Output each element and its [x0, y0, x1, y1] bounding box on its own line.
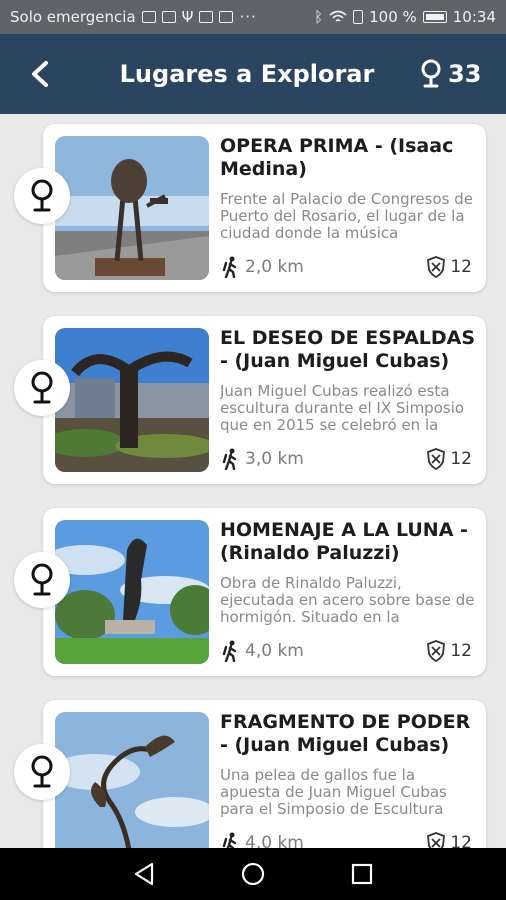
place-description: Obra de Rinaldo Paluzzi, ejecutada en ac…	[220, 575, 475, 626]
triangle-back-icon	[135, 862, 154, 886]
shield-badge-icon	[427, 832, 446, 848]
usb-icon: Ψ	[181, 8, 194, 26]
place-title: OPERA PRIMA - (Isaac Medina)	[220, 135, 454, 180]
distance-value: 4,0 km	[245, 641, 304, 661]
hiker-icon	[222, 640, 237, 662]
place-photo	[55, 520, 209, 664]
map-pin-icon	[421, 59, 441, 88]
status-bar: Solo emergencia Ψ ··· ᛒ 100 % 10:34	[0, 0, 506, 34]
shield-badge-icon	[427, 256, 446, 278]
map-pin-icon	[31, 755, 53, 788]
place-points: 12	[426, 832, 472, 848]
place-distance: 4,0 km	[221, 832, 304, 848]
mail-icon	[199, 11, 214, 23]
place-description: Una pelea de gallos fue la apuesta de Ju…	[220, 767, 447, 818]
places-list[interactable]: OPERA PRIMA - (Isaac Medina) Frente al P…	[0, 114, 506, 848]
place-photo	[55, 712, 209, 848]
bluetooth-icon: ᛒ	[314, 8, 324, 26]
hiker-icon	[222, 832, 237, 848]
map-pin-icon	[31, 371, 53, 404]
circle-home-icon	[241, 862, 265, 886]
place-points: 12	[426, 640, 472, 662]
nav-back-button[interactable]	[124, 854, 164, 894]
place-title: FRAGMENTO DE PODER - (Juan Miguel Cubas)	[220, 711, 471, 756]
points-value: 12	[450, 641, 472, 661]
nav-home-button[interactable]	[233, 854, 273, 894]
place-card[interactable]: FRAGMENTO DE PODER - (Juan Miguel Cubas)…	[43, 700, 486, 848]
distance-value: 4,0 km	[245, 833, 304, 848]
arrow-left-icon	[32, 61, 48, 87]
system-nav-bar	[0, 848, 506, 900]
map-pin-icon	[31, 563, 53, 596]
map-pin-button[interactable]	[14, 168, 70, 224]
more-notifications-icon: ···	[239, 8, 257, 26]
map-pin-icon	[31, 179, 53, 212]
image-notification-icon	[141, 11, 156, 23]
distance-value: 2,0 km	[245, 257, 304, 277]
shield-badge-icon	[427, 448, 446, 470]
square-recents-icon	[351, 863, 372, 885]
places-count: 33	[420, 59, 506, 89]
points-value: 12	[450, 257, 472, 277]
place-title: HOMENAJE A LA LUNA - (Rinaldo Paluzzi)	[220, 519, 468, 564]
place-distance: 2,0 km	[221, 256, 304, 278]
clock: 10:34	[452, 8, 496, 26]
map-pin-button[interactable]	[14, 360, 70, 416]
place-description: Frente al Palacio de Congresos de Puerto…	[220, 191, 473, 242]
place-card[interactable]: OPERA PRIMA - (Isaac Medina) Frente al P…	[43, 124, 486, 292]
nav-recents-button[interactable]	[342, 854, 382, 894]
hiker-icon	[222, 448, 237, 470]
place-distance: 4,0 km	[221, 640, 304, 662]
place-card[interactable]: HOMENAJE A LA LUNA - (Rinaldo Paluzzi) O…	[43, 508, 486, 676]
place-card[interactable]: EL DESEO DE ESPALDAS - (Juan Miguel Cuba…	[43, 316, 486, 484]
map-pin-button[interactable]	[14, 744, 70, 800]
map-pin-button[interactable]	[14, 552, 70, 608]
place-distance: 3,0 km	[221, 448, 304, 470]
hiker-icon	[222, 256, 237, 278]
page-title: Lugares a Explorar	[119, 60, 375, 88]
battery-percent: 100 %	[369, 8, 417, 26]
sim-icon	[353, 10, 364, 24]
battery-icon	[422, 11, 447, 23]
wifi-icon	[329, 10, 347, 22]
place-photo	[55, 136, 209, 280]
app-bar: Lugares a Explorar 33	[0, 34, 506, 114]
app-notification-icon	[161, 11, 176, 23]
points-value: 12	[450, 833, 472, 848]
places-count-value: 33	[448, 60, 482, 88]
place-points: 12	[426, 448, 472, 470]
carrier-text: Solo emergencia	[10, 8, 136, 26]
distance-value: 3,0 km	[245, 449, 304, 469]
place-description: Juan Miguel Cubas realizó esta escultura…	[220, 383, 465, 434]
gmail-icon	[219, 11, 234, 23]
back-button[interactable]	[0, 34, 80, 114]
place-points: 12	[426, 256, 472, 278]
points-value: 12	[450, 449, 472, 469]
place-photo	[55, 328, 209, 472]
place-title: EL DESEO DE ESPALDAS - (Juan Miguel Cuba…	[220, 327, 476, 372]
shield-badge-icon	[427, 640, 446, 662]
